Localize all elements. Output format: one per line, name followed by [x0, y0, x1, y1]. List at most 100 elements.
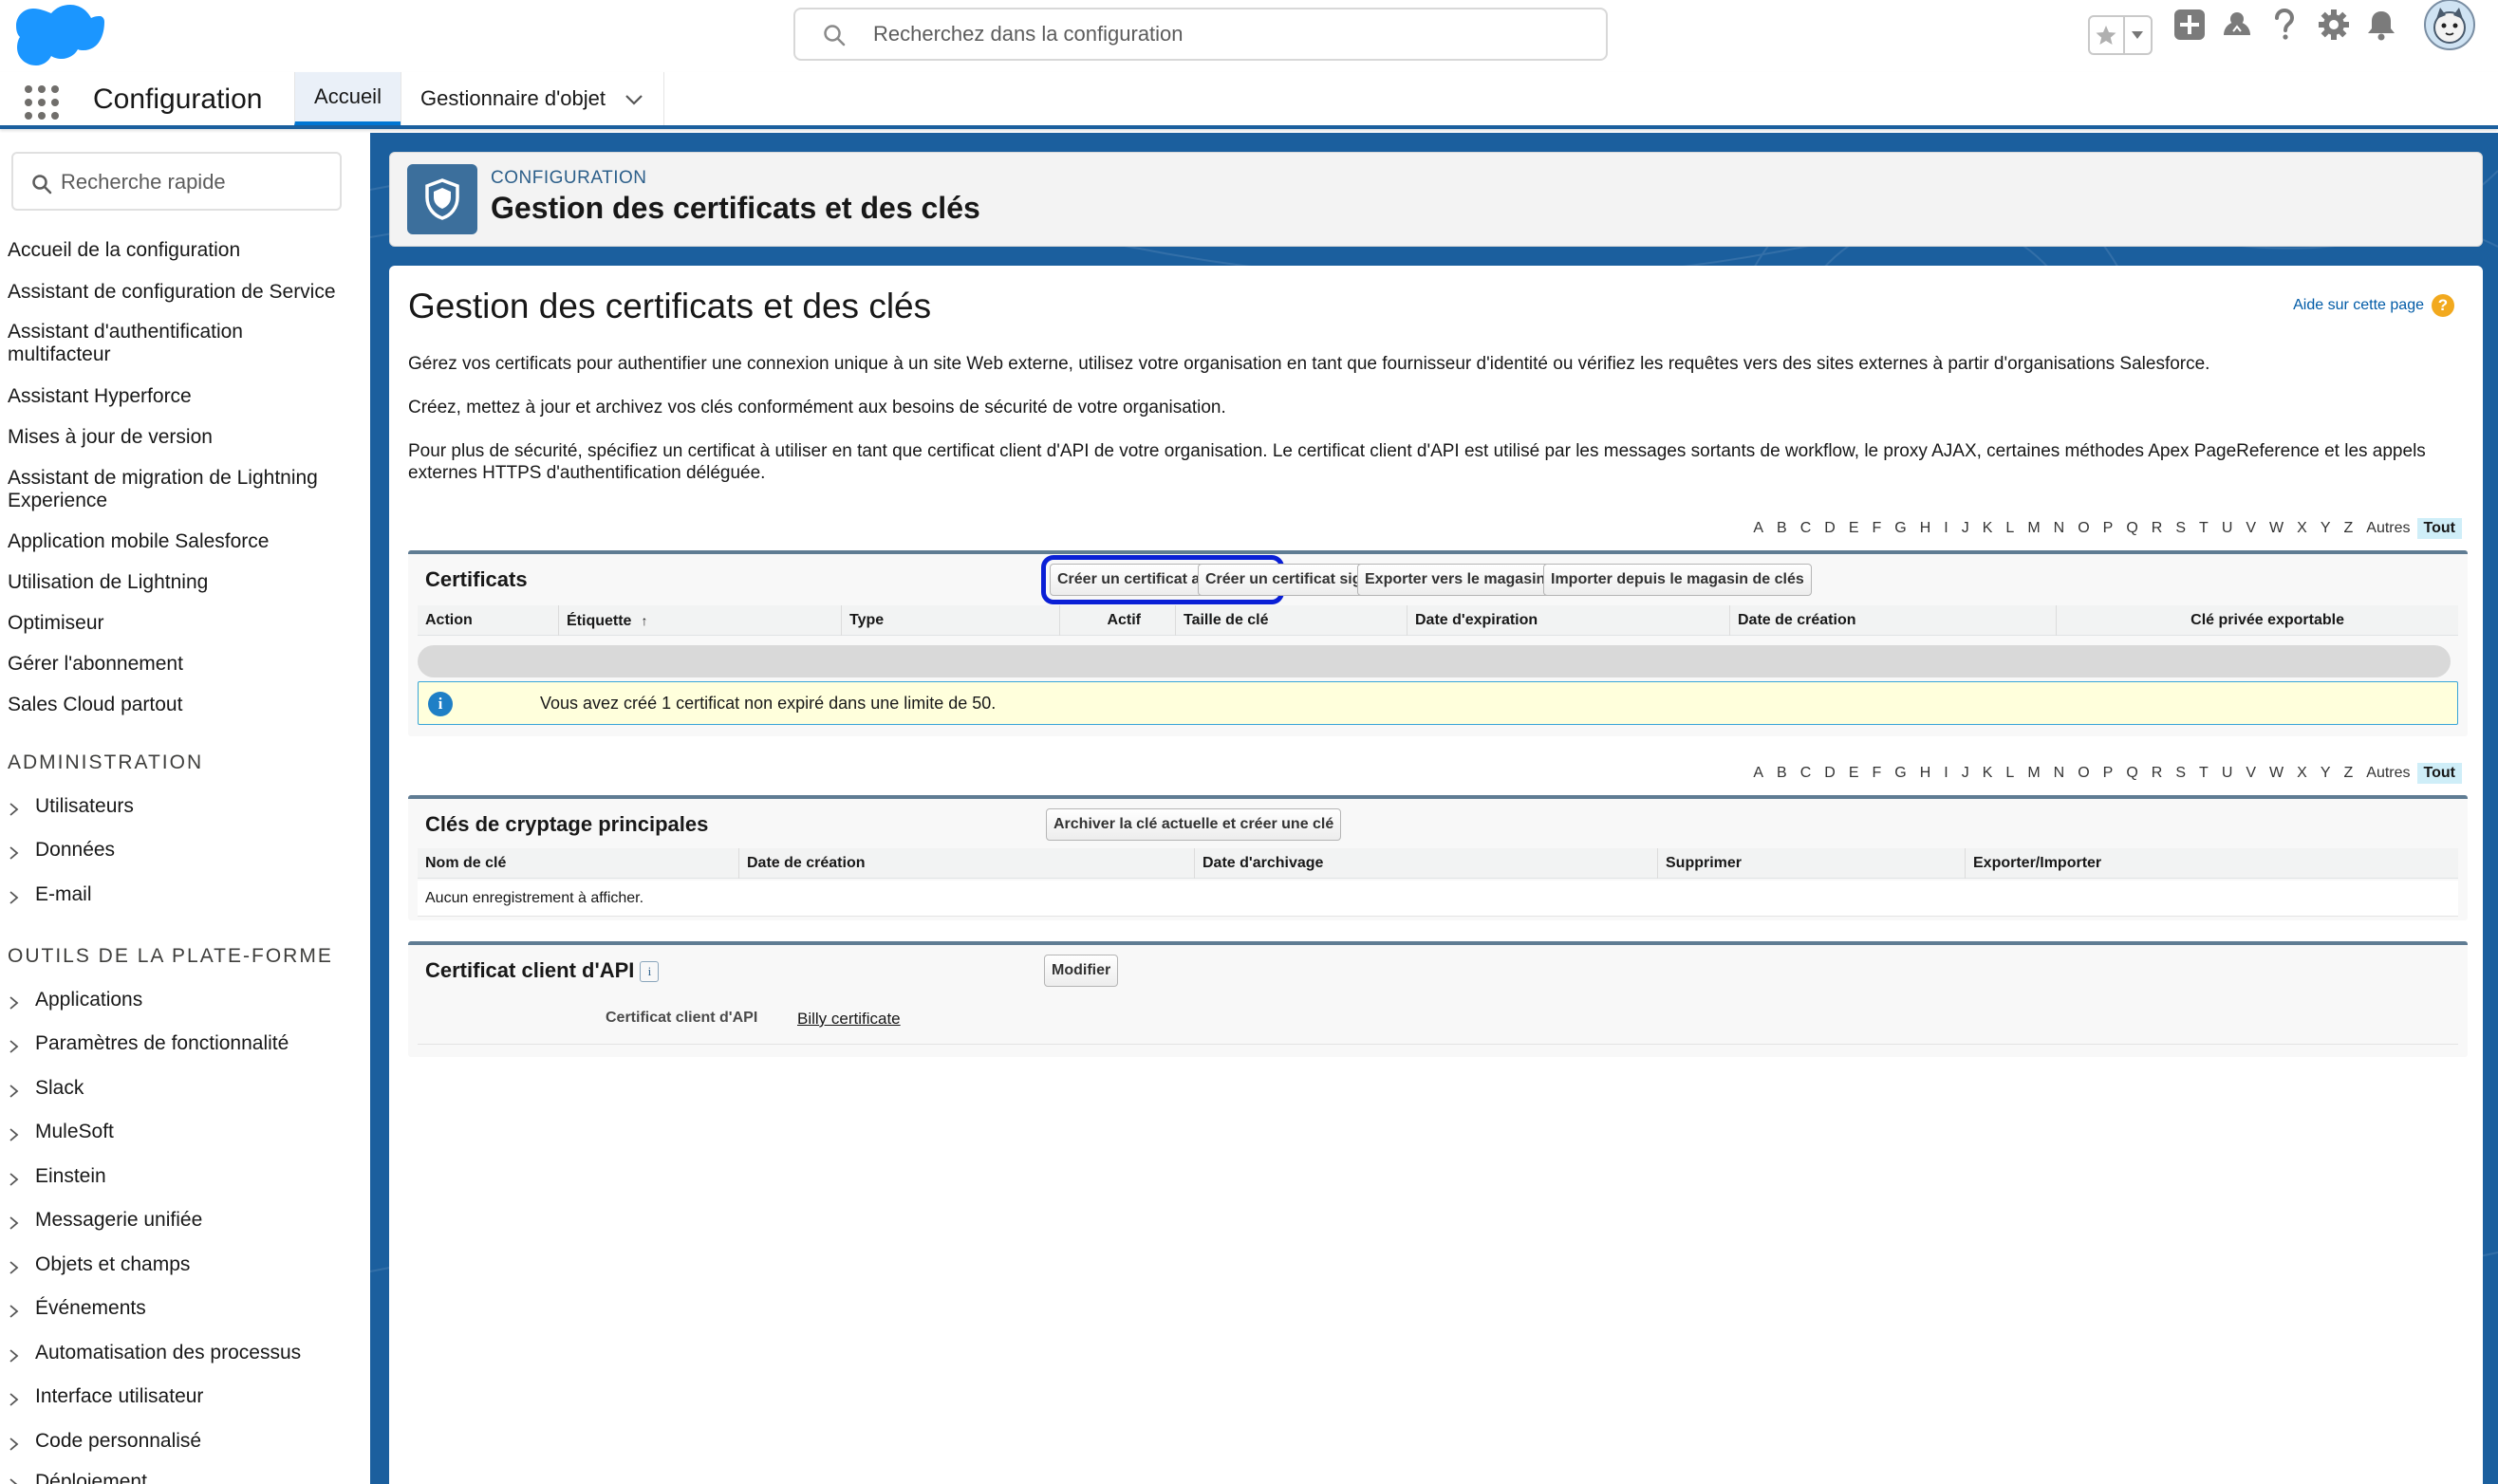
alphabet-filter-letter[interactable]: I: [1937, 763, 1954, 784]
add-icon[interactable]: [2168, 0, 2211, 49]
info-icon[interactable]: i: [640, 961, 660, 982]
alphabet-filter-letter[interactable]: Autres: [2359, 518, 2416, 539]
column-header-label[interactable]: Étiquette ↑: [558, 605, 841, 636]
alphabet-filter-letter[interactable]: Tout: [2416, 518, 2462, 539]
alphabet-filter-letter[interactable]: M: [2021, 763, 2046, 784]
alphabet-filter: A B C D E F G H I J K L M N O P Q R S T U V W X Y Z Autres Tout: [1746, 763, 2462, 784]
alphabet-filter-letter[interactable]: B: [1770, 518, 1794, 539]
alphabet-filter-letter[interactable]: U: [2215, 763, 2240, 784]
sidebar-link[interactable]: Mises à jour de version: [8, 426, 359, 449]
alphabet-filter-letter[interactable]: F: [1866, 518, 1889, 539]
alphabet-filter-letter[interactable]: A: [1746, 518, 1770, 539]
alphabet-filter-letter[interactable]: K: [1976, 518, 2000, 539]
alphabet-filter-letter[interactable]: W: [2263, 763, 2290, 784]
alphabet-filter-letter[interactable]: H: [1913, 763, 1938, 784]
salesforce-logo[interactable]: [13, 4, 104, 68]
tab-gestionnaire-objet-label: Gestionnaire d'objet: [420, 86, 606, 110]
alphabet-filter-letter[interactable]: B: [1770, 763, 1794, 784]
alphabet-filter-letter[interactable]: G: [1888, 518, 1912, 539]
edit-button[interactable]: Modifier: [1044, 955, 1119, 987]
tab-gestionnaire-objet[interactable]: Gestionnaire d'objet: [401, 72, 664, 125]
alphabet-filter-letter[interactable]: W: [2263, 518, 2290, 539]
alphabet-filter-letter[interactable]: C: [1794, 518, 1818, 539]
api-client-cert-link[interactable]: Billy certificate: [797, 1010, 901, 1029]
alphabet-filter-letter[interactable]: M: [2021, 518, 2046, 539]
alphabet-filter-letter[interactable]: F: [1866, 763, 1889, 784]
alphabet-filter-letter[interactable]: L: [1999, 518, 2021, 539]
alphabet-filter-letter[interactable]: V: [2239, 518, 2263, 539]
alphabet-filter-letter[interactable]: V: [2239, 763, 2263, 784]
alphabet-filter-letter[interactable]: N: [2047, 518, 2072, 539]
alphabet-filter-letter[interactable]: O: [2071, 763, 2096, 784]
archive-and-create-key-button[interactable]: Archiver la clé actuelle et créer une cl…: [1046, 808, 1342, 841]
star-icon[interactable]: [2090, 17, 2125, 53]
sidebar-link[interactable]: Assistant Hyperforce: [8, 385, 359, 408]
alphabet-filter-letter[interactable]: I: [1937, 518, 1954, 539]
alphabet-filter-letter[interactable]: Z: [2338, 518, 2360, 539]
shield-icon: [407, 164, 477, 234]
alphabet-filter-letter[interactable]: A: [1746, 763, 1770, 784]
sort-arrow-icon: ↑: [641, 613, 648, 628]
quickfind-box[interactable]: [11, 152, 342, 211]
alphabet-filter-letter[interactable]: J: [1955, 763, 1976, 784]
alphabet-filter-letter[interactable]: S: [2169, 763, 2192, 784]
sidebar-link[interactable]: Assistant de migration de Lightning Expe…: [8, 467, 359, 512]
column-header: Clé privée exportable: [2056, 605, 2458, 636]
sidebar-link[interactable]: Assistant de configuration de Service: [8, 281, 359, 304]
alphabet-filter-letter[interactable]: T: [2192, 518, 2215, 539]
alphabet-filter-letter[interactable]: Y: [2314, 763, 2338, 784]
help-link[interactable]: Aide sur cette page ?: [2293, 294, 2454, 317]
alphabet-filter-letter[interactable]: P: [2097, 763, 2120, 784]
alphabet-filter-letter[interactable]: Autres: [2359, 763, 2416, 784]
alphabet-filter-letter[interactable]: P: [2097, 518, 2120, 539]
description-paragraph: Créez, mettez à jour et archivez vos clé…: [408, 398, 1226, 417]
horizontal-scrollbar[interactable]: [418, 645, 2451, 677]
alphabet-filter-letter[interactable]: K: [1976, 763, 2000, 784]
chevron-down-icon[interactable]: [624, 89, 644, 110]
alphabet-filter-letter[interactable]: X: [2290, 518, 2314, 539]
chevron-down-icon[interactable]: [2125, 17, 2151, 53]
alphabet-filter-letter[interactable]: Q: [2119, 763, 2144, 784]
alphabet-filter-letter[interactable]: Y: [2314, 518, 2338, 539]
sidebar-link[interactable]: Optimiseur: [8, 612, 359, 635]
alphabet-filter-letter[interactable]: R: [2145, 518, 2170, 539]
global-search-input[interactable]: [873, 17, 1575, 51]
alphabet-filter-letter[interactable]: R: [2145, 763, 2170, 784]
alphabet-filter-letter[interactable]: L: [1999, 763, 2021, 784]
app-launcher-icon[interactable]: [25, 85, 59, 120]
gear-icon[interactable]: [2312, 0, 2356, 49]
favorites-group[interactable]: [2088, 15, 2153, 55]
sidebar-link[interactable]: Utilisation de Lightning: [8, 571, 359, 594]
alphabet-filter-letter[interactable]: C: [1794, 763, 1818, 784]
alphabet-filter-letter[interactable]: T: [2192, 763, 2215, 784]
alphabet-filter-letter[interactable]: N: [2047, 763, 2072, 784]
import-from-keystore-button[interactable]: Importer depuis le magasin de clés: [1543, 564, 1812, 596]
alphabet-filter-letter[interactable]: O: [2071, 518, 2096, 539]
alphabet-filter-letter[interactable]: S: [2169, 518, 2192, 539]
alphabet-filter-letter[interactable]: U: [2215, 518, 2240, 539]
alphabet-filter-letter[interactable]: E: [1842, 763, 1866, 784]
bell-icon[interactable]: [2359, 0, 2403, 49]
info-icon: i: [428, 692, 453, 716]
tab-accueil[interactable]: Accueil: [294, 72, 401, 125]
alphabet-filter-letter[interactable]: G: [1888, 763, 1912, 784]
trailhead-icon[interactable]: [2215, 0, 2259, 49]
alphabet-filter-letter[interactable]: D: [1818, 763, 1842, 784]
alphabet-filter-letter[interactable]: Q: [2119, 518, 2144, 539]
alphabet-filter-letter[interactable]: X: [2290, 763, 2314, 784]
help-icon[interactable]: [2263, 0, 2306, 49]
alphabet-filter-letter[interactable]: Z: [2338, 763, 2360, 784]
sidebar-link[interactable]: Sales Cloud partout: [8, 694, 359, 716]
alphabet-filter-letter[interactable]: J: [1955, 518, 1976, 539]
avatar[interactable]: [2422, 0, 2477, 50]
sidebar-link[interactable]: Application mobile Salesforce: [8, 530, 359, 553]
sidebar-link[interactable]: Gérer l'abonnement: [8, 653, 359, 676]
quickfind-input[interactable]: [61, 167, 326, 197]
global-search[interactable]: [793, 8, 1608, 61]
alphabet-filter-letter[interactable]: D: [1818, 518, 1842, 539]
alphabet-filter-letter[interactable]: Tout: [2416, 763, 2462, 784]
sidebar-link[interactable]: Accueil de la configuration: [8, 239, 359, 262]
sidebar-link[interactable]: Assistant d'authentification multifacteu…: [8, 321, 292, 366]
alphabet-filter-letter[interactable]: H: [1913, 518, 1938, 539]
alphabet-filter-letter[interactable]: E: [1842, 518, 1866, 539]
